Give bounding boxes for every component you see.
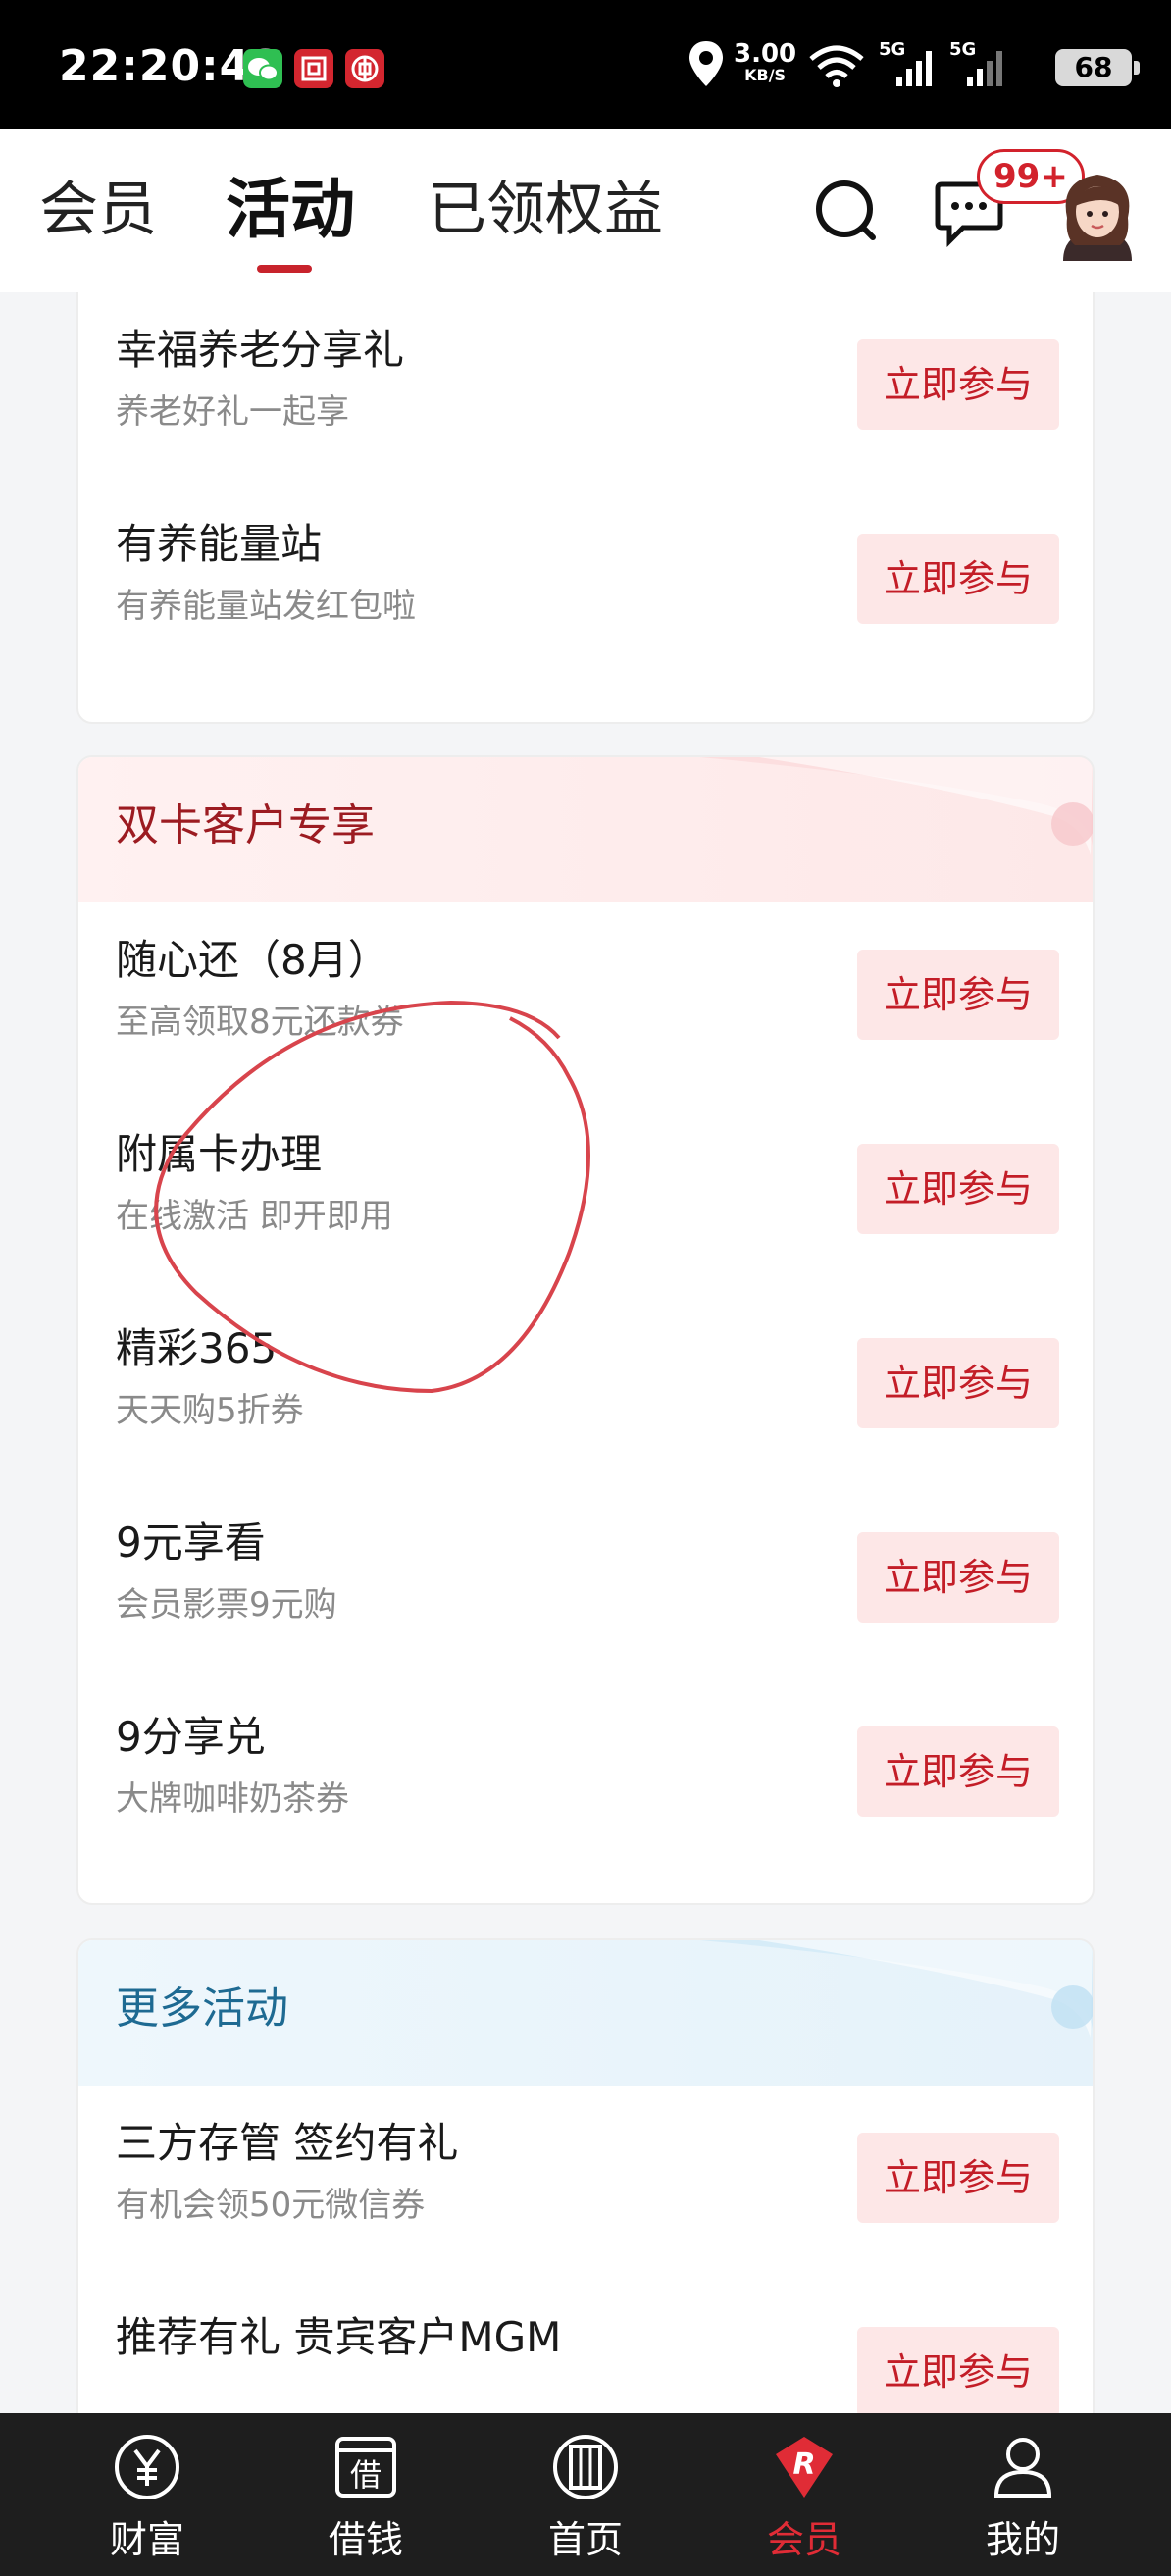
- nav-item-home[interactable]: 首页: [507, 2413, 664, 2576]
- join-now-button[interactable]: 立即参与: [857, 534, 1059, 624]
- activity-title: 精彩365: [116, 1324, 278, 1372]
- activity-subtitle: 天天购5折券: [116, 1391, 304, 1430]
- activity-subtitle: 有养能量站发红包啦: [116, 587, 416, 626]
- nav-item-borrow[interactable]: 借 借钱: [287, 2413, 444, 2576]
- activity-subtitle: 有机会领50元微信券: [116, 2186, 426, 2225]
- svg-text:R: R: [792, 2447, 815, 2482]
- member-r-icon: R: [776, 2437, 833, 2498]
- signal-5g-icon: 5G: [879, 39, 936, 88]
- activity-subtitle: 在线激活 即开即用: [116, 1197, 393, 1236]
- network-speed: 3.00 KB/S: [734, 39, 797, 84]
- person-icon: [993, 2438, 1052, 2498]
- signal-5g-icon-2: 5G: [949, 39, 1006, 88]
- bank-app-icon: [294, 49, 333, 88]
- header-decoration: [700, 757, 1093, 855]
- tab-member[interactable]: 会员: [39, 171, 157, 249]
- top-nav: 会员 活动 已领权益 99+: [0, 129, 1171, 292]
- list-item: 附属卡办理 在线激活 即开即用 立即参与: [78, 1099, 1093, 1293]
- status-bar: 22:20:48 3.00 KB/S 5G 5G 68: [0, 0, 1171, 129]
- dual-card-section: 双卡客户专享 随心还（8月） 至高领取8元还款券 立即参与 附属卡办理 在线激活…: [76, 755, 1095, 1905]
- tab-activity[interactable]: 活动: [226, 171, 355, 249]
- nav-label: 首页: [547, 2518, 623, 2561]
- wifi-icon: [809, 45, 864, 87]
- nav-label: 会员: [766, 2518, 841, 2561]
- avatar[interactable]: [1053, 167, 1142, 261]
- activity-title: 随心还（8月）: [116, 936, 389, 984]
- activity-title: 有养能量站: [116, 520, 323, 568]
- more-activities-section: 更多活动 三方存管 签约有礼 有机会领50元微信券 立即参与 推荐有礼 贵宾客户…: [76, 1938, 1095, 2413]
- list-item: 9元享看 会员影票9元购 立即参与: [78, 1487, 1093, 1681]
- list-item: 幸福养老分享礼 养老好礼一起享 立即参与: [78, 294, 1093, 489]
- wechat-icon: [243, 49, 282, 88]
- battery-indicator: 68: [1055, 49, 1140, 86]
- join-now-button[interactable]: 立即参与: [857, 2327, 1059, 2413]
- nav-item-member[interactable]: R 会员: [726, 2413, 883, 2576]
- section-title: 更多活动: [116, 1984, 288, 2034]
- activity-title: 推荐有礼 贵宾客户MGM: [116, 2313, 562, 2361]
- activity-list[interactable]: 幸福养老分享礼 养老好礼一起享 立即参与 有养能量站 有养能量站发红包啦 立即参…: [0, 292, 1171, 2413]
- list-item: 随心还（8月） 至高领取8元还款券 立即参与: [78, 904, 1093, 1099]
- activity-title: 9元享看: [116, 1519, 266, 1567]
- nav-item-mine[interactable]: 我的: [944, 2413, 1101, 2576]
- list-item: 三方存管 签约有礼 有机会领50元微信券 立即参与: [78, 2087, 1093, 2282]
- nav-label: 财富: [109, 2518, 184, 2561]
- join-now-button[interactable]: 立即参与: [857, 950, 1059, 1040]
- location-icon: [689, 41, 723, 86]
- activity-title: 三方存管 签约有礼: [116, 2119, 459, 2167]
- activity-subtitle: 大牌咖啡奶茶券: [116, 1779, 349, 1819]
- list-item: 9分享兑 大牌咖啡奶茶券 立即参与: [78, 1681, 1093, 1876]
- activity-subtitle: 会员影票9元购: [116, 1585, 337, 1624]
- join-now-button[interactable]: 立即参与: [857, 1532, 1059, 1623]
- active-tab-indicator: [257, 265, 312, 273]
- join-now-button[interactable]: 立即参与: [857, 339, 1059, 430]
- join-now-button[interactable]: 立即参与: [857, 2133, 1059, 2223]
- nav-item-wealth[interactable]: 财富: [69, 2413, 226, 2576]
- search-icon[interactable]: [812, 177, 881, 245]
- activity-title: 9分享兑: [116, 1713, 266, 1761]
- nav-label: 借钱: [328, 2518, 403, 2561]
- activity-subtitle: 至高领取8元还款券: [116, 1003, 404, 1042]
- bank-app-icon-2: [345, 49, 384, 88]
- list-item: 推荐有礼 贵宾客户MGM 立即参与: [78, 2282, 1093, 2413]
- activity-title: 幸福养老分享礼: [116, 326, 405, 374]
- borrow-icon: 借: [335, 2437, 396, 2498]
- join-now-button[interactable]: 立即参与: [857, 1338, 1059, 1428]
- home-icon: [553, 2435, 618, 2499]
- tab-claimed-rights[interactable]: 已领权益: [428, 171, 663, 249]
- join-now-button[interactable]: 立即参与: [857, 1726, 1059, 1817]
- activity-card-top: 幸福养老分享礼 养老好礼一起享 立即参与 有养能量站 有养能量站发红包啦 立即参…: [76, 292, 1095, 724]
- section-header: 更多活动: [78, 1940, 1093, 2086]
- list-item: 精彩365 天天购5折券 立即参与: [78, 1293, 1093, 1487]
- list-item: 有养能量站 有养能量站发红包啦 立即参与: [78, 489, 1093, 683]
- join-now-button[interactable]: 立即参与: [857, 1144, 1059, 1234]
- section-title: 双卡客户专享: [116, 800, 375, 850]
- header-decoration: [700, 1940, 1093, 2038]
- section-header: 双卡客户专享: [78, 757, 1093, 902]
- activity-subtitle: 养老好礼一起享: [116, 392, 349, 432]
- nav-label: 我的: [985, 2518, 1060, 2561]
- bottom-nav: 财富 借 借钱 首页 R 会员 我的: [0, 2413, 1171, 2576]
- svg-text:借: 借: [350, 2456, 382, 2494]
- yen-icon: [115, 2435, 179, 2499]
- activity-title: 附属卡办理: [116, 1130, 323, 1178]
